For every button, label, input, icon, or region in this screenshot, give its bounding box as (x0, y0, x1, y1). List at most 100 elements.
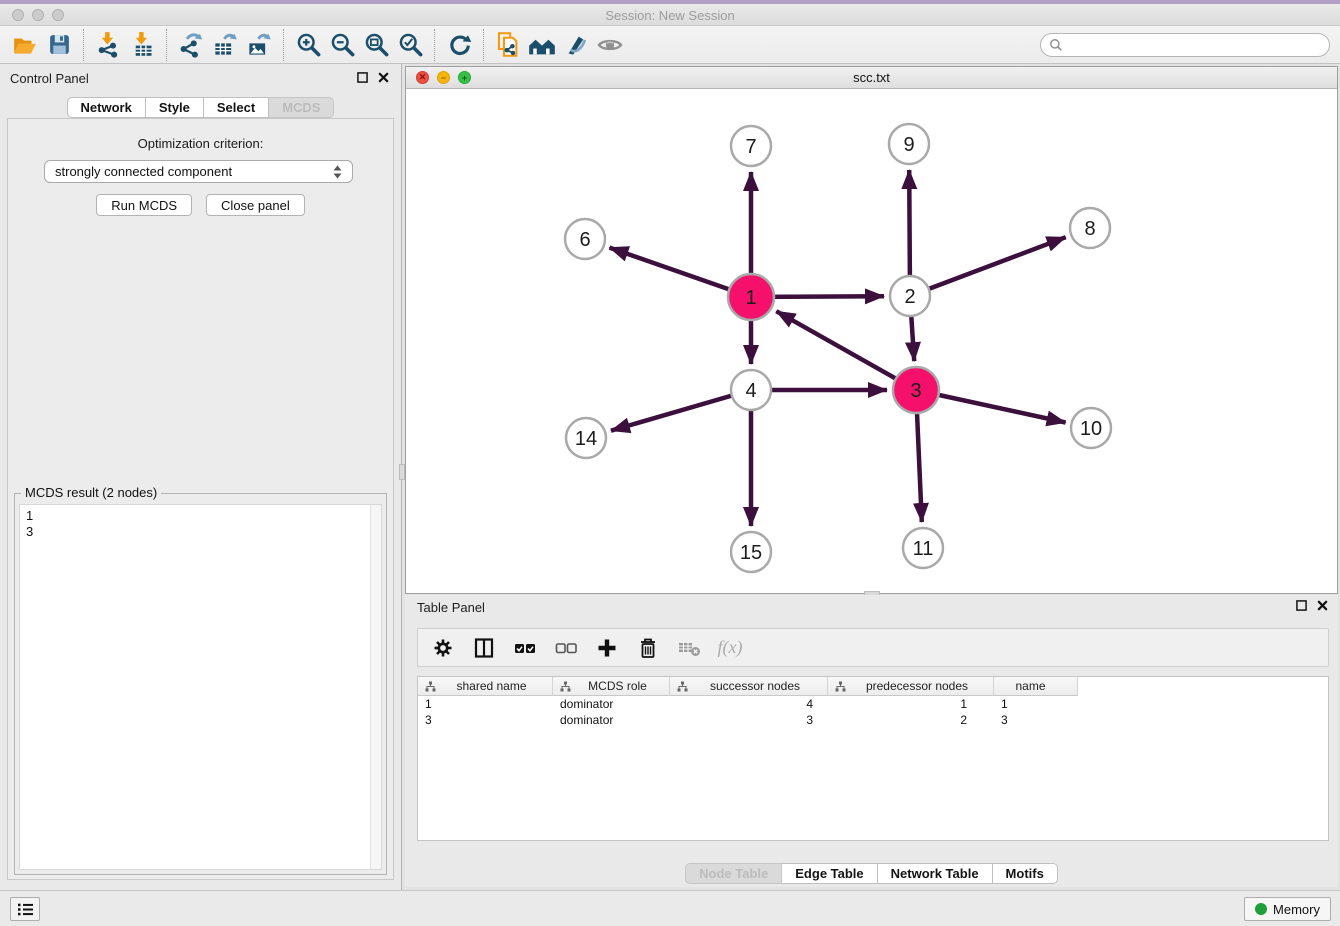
result-scrollbar[interactable] (370, 505, 381, 869)
zoom-fit-button[interactable] (359, 29, 393, 61)
cell-predecessor-nodes[interactable]: 2 (828, 712, 994, 728)
graph-node-1[interactable]: 1 (728, 274, 774, 320)
hide-graphics-details-button[interactable] (593, 29, 627, 61)
export-network-button[interactable] (174, 29, 208, 61)
show-panels-button[interactable] (10, 897, 40, 921)
graph-node-9[interactable]: 9 (889, 124, 929, 164)
cell-name[interactable]: 1 (994, 696, 1078, 712)
float-table-panel-icon[interactable] (1296, 600, 1307, 611)
mcds-result-item: 3 (20, 524, 381, 540)
column-header-shared-name[interactable]: shared name (418, 677, 553, 696)
graph-node-3[interactable]: 3 (893, 367, 939, 413)
cell-mcds-role[interactable]: dominator (553, 712, 670, 728)
zoom-out-button[interactable] (325, 29, 359, 61)
column-header-predecessor-nodes[interactable]: predecessor nodes (828, 677, 994, 696)
graph-node-11[interactable]: 11 (903, 528, 943, 568)
toolbar-separator (166, 29, 167, 61)
checked-boxes-icon (513, 637, 537, 659)
column-header-successor-nodes[interactable]: successor nodes (670, 677, 828, 696)
cell-shared-name[interactable]: 3 (418, 712, 553, 728)
column-type-icon (560, 681, 571, 692)
svg-text:10: 10 (1080, 418, 1102, 440)
run-mcds-button[interactable]: Run MCDS (96, 194, 192, 216)
first-neighbors-button[interactable] (525, 29, 559, 61)
tab-motifs[interactable]: Motifs (993, 863, 1058, 884)
select-all-columns-button[interactable] (512, 635, 538, 661)
tab-network[interactable]: Network (67, 97, 146, 118)
table-settings-button[interactable] (430, 635, 456, 661)
svg-text:15: 15 (740, 542, 762, 564)
graph-edge-4-14[interactable] (611, 390, 751, 431)
add-column-button[interactable] (594, 635, 620, 661)
zoom-selected-button[interactable] (393, 29, 427, 61)
delete-table-button[interactable] (676, 635, 702, 661)
close-panel-icon[interactable] (378, 72, 389, 83)
graph-node-14[interactable]: 14 (566, 418, 606, 458)
table-header-row: shared name MCDS role successor nodes pr… (418, 677, 1328, 696)
graph-node-7[interactable]: 7 (731, 126, 771, 166)
cell-predecessor-nodes[interactable]: 1 (828, 696, 994, 712)
toggle-column-panel-button[interactable] (471, 635, 497, 661)
table-row[interactable]: 3 dominator 3 2 3 (418, 712, 1328, 728)
unchecked-boxes-icon (554, 637, 578, 659)
save-session-button[interactable] (42, 29, 76, 61)
close-panel-button[interactable]: Close panel (206, 194, 305, 216)
column-type-icon (677, 681, 688, 692)
open-folder-icon (12, 32, 38, 58)
zoom-in-button[interactable] (291, 29, 325, 61)
function-builder-button[interactable]: f(x) (717, 635, 743, 661)
float-panel-icon[interactable] (357, 72, 368, 83)
memory-button[interactable]: Memory (1244, 897, 1331, 921)
columns-icon (473, 637, 495, 659)
network-window-titlebar: ✕ − + scc.txt (406, 67, 1337, 89)
cell-shared-name[interactable]: 1 (418, 696, 553, 712)
close-table-panel-icon[interactable] (1317, 600, 1328, 611)
table-toolbar: f(x) (417, 628, 1329, 667)
graph-edge-2-8[interactable] (910, 237, 1066, 296)
tab-style[interactable]: Style (146, 97, 204, 118)
export-table-button[interactable] (208, 29, 242, 61)
refresh-layout-button[interactable] (442, 29, 476, 61)
deselect-all-columns-button[interactable] (553, 635, 579, 661)
column-header-mcds-role[interactable]: MCDS role (553, 677, 670, 696)
show-graphics-details-button[interactable] (559, 29, 593, 61)
tab-edge-table[interactable]: Edge Table (782, 863, 877, 884)
toolbar-separator (83, 29, 84, 61)
duplicate-network-button[interactable] (491, 29, 525, 61)
optimization-criterion-select[interactable]: strongly connected component (44, 160, 353, 183)
control-panel: Control Panel Network Style Select MCDS … (0, 64, 401, 890)
search-field[interactable] (1040, 33, 1330, 57)
save-floppy-icon (47, 32, 72, 57)
tab-mcds[interactable]: MCDS (269, 97, 334, 118)
toolbar-separator (434, 29, 435, 61)
toolbar-separator (283, 29, 284, 61)
network-canvas[interactable]: 7 9 6 8 1 2 4 3 14 10 15 11 (406, 89, 1337, 593)
memory-status-icon (1255, 903, 1267, 915)
graph-node-10[interactable]: 10 (1071, 408, 1111, 448)
cell-name[interactable]: 3 (994, 712, 1078, 728)
export-image-button[interactable] (242, 29, 276, 61)
graph-node-2[interactable]: 2 (890, 276, 930, 316)
graph-node-15[interactable]: 15 (731, 532, 771, 572)
cell-successor-nodes[interactable]: 4 (670, 696, 828, 712)
delete-table-icon (677, 637, 701, 659)
select-spinner-icon (333, 165, 342, 179)
tab-node-table[interactable]: Node Table (685, 863, 782, 884)
tab-network-table[interactable]: Network Table (878, 863, 993, 884)
graph-node-6[interactable]: 6 (565, 219, 605, 259)
import-table-button[interactable] (125, 29, 159, 61)
graph-node-8[interactable]: 8 (1070, 208, 1110, 248)
delete-column-button[interactable] (635, 635, 661, 661)
table-row[interactable]: 1 dominator 4 1 1 (418, 696, 1328, 712)
cell-successor-nodes[interactable]: 3 (670, 712, 828, 728)
tab-select[interactable]: Select (204, 97, 269, 118)
cell-mcds-role[interactable]: dominator (553, 696, 670, 712)
open-session-button[interactable] (8, 29, 42, 61)
import-table-icon (129, 31, 156, 58)
search-input[interactable] (1063, 35, 1329, 55)
column-header-name[interactable]: name (994, 677, 1078, 696)
trash-icon (637, 637, 659, 659)
import-network-button[interactable] (91, 29, 125, 61)
mcds-result-list[interactable]: 1 3 (19, 504, 382, 870)
graph-node-4[interactable]: 4 (731, 370, 771, 410)
